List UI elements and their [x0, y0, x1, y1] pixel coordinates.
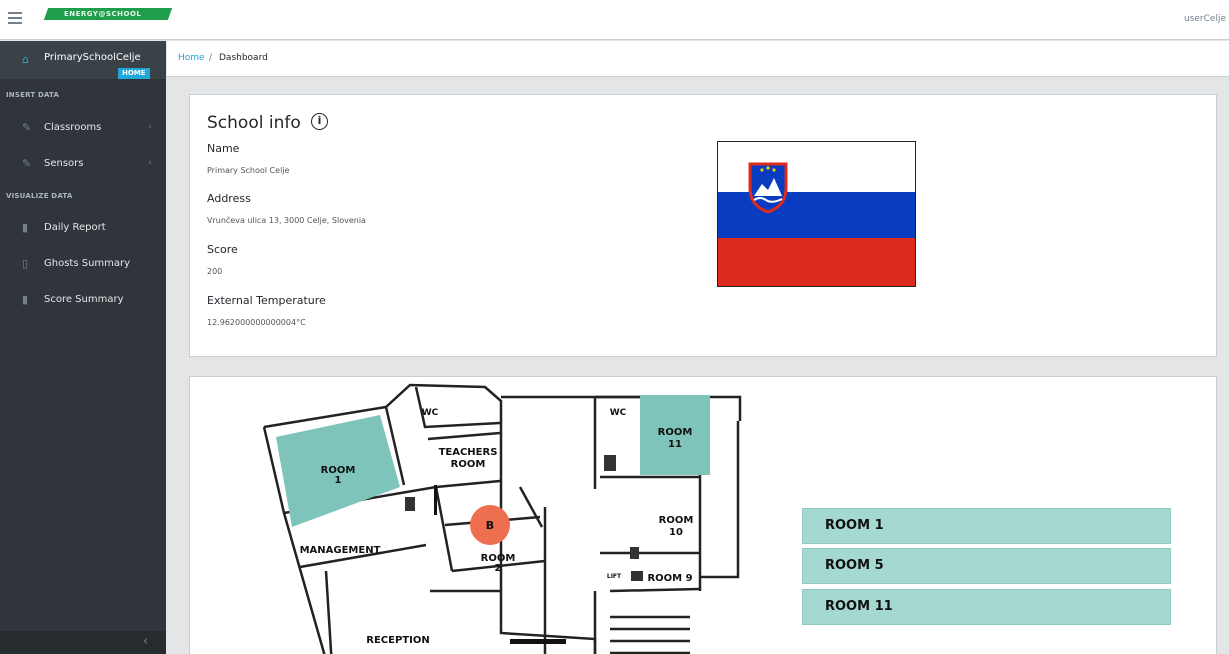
room-2-number: 2	[495, 563, 502, 574]
room-1-number: 1	[335, 475, 342, 486]
room-list-item[interactable]: ROOM 5	[802, 548, 1171, 584]
breadcrumb: Home / Dashboard	[167, 41, 1229, 77]
sidebar-minimizer[interactable]: ‹	[0, 631, 166, 654]
floorplan-card: WC WC TEACHERS ROOM ROOM 1 ROOM 11 ROOM …	[189, 376, 1217, 654]
sidebar-section-visualize: VISUALIZE DATA	[6, 192, 73, 200]
sidebar-item-daily-report[interactable]: ▮ Daily Report	[0, 215, 166, 243]
document-icon: ▯	[22, 257, 29, 270]
room-list-item[interactable]: ROOM 1	[802, 508, 1171, 544]
name-label: Name	[207, 142, 240, 155]
teachers-label: TEACHERS	[439, 447, 498, 458]
sidebar-item-label: Ghosts Summary	[44, 258, 131, 269]
sidebar-item-label: Classrooms	[44, 122, 102, 133]
sidebar-item-label: Score Summary	[44, 294, 124, 305]
pencil-icon: ✎	[22, 121, 32, 134]
room-list-label: ROOM 5	[825, 558, 884, 573]
menu-toggle-icon[interactable]	[8, 12, 22, 24]
marker-label: B	[486, 519, 494, 532]
address-value: Vrunčeva ulica 13, 3000 Celje, Slovenia	[207, 216, 366, 225]
sidebar-school-label: PrimarySchoolCelje	[44, 52, 141, 63]
breadcrumb-current: Dashboard	[219, 53, 268, 63]
lift-label: LIFT	[607, 573, 622, 580]
coat-of-arms-icon	[748, 162, 788, 214]
teachers-room-label: ROOM	[451, 459, 486, 470]
external-temperature-label: External Temperature	[207, 294, 326, 307]
room-list-item[interactable]: ROOM 11	[802, 589, 1171, 625]
room-11-label: ROOM	[658, 427, 693, 438]
sidebar-item-label: Sensors	[44, 158, 84, 169]
room-list-label: ROOM 11	[825, 599, 893, 614]
school-floorplan: WC WC TEACHERS ROOM ROOM 1 ROOM 11 ROOM …	[262, 383, 742, 654]
score-label: Score	[207, 243, 238, 256]
room-list-label: ROOM 1	[825, 518, 884, 533]
chevron-left-icon: ‹	[148, 122, 152, 132]
sidebar-item-ghosts-summary[interactable]: ▯ Ghosts Summary	[0, 251, 166, 279]
top-header: ENERGY@SCHOOL userCelje	[0, 0, 1229, 40]
sidebar-item-score-summary[interactable]: ▮ Score Summary	[0, 287, 166, 315]
school-info-card: School info i Name Primary School Celje …	[189, 94, 1217, 357]
info-icon[interactable]: i	[311, 113, 328, 130]
external-temperature-value: 12.962000000000004°C	[207, 318, 306, 327]
reception-label: RECEPTION	[366, 635, 429, 646]
sidebar-item-classrooms[interactable]: ✎ Classrooms ‹	[0, 115, 166, 143]
sidebar-item-sensors[interactable]: ✎ Sensors ‹	[0, 151, 166, 179]
slovenia-flag-image	[717, 141, 916, 287]
chevron-left-icon: ‹	[143, 634, 149, 649]
pencil-icon: ✎	[22, 157, 32, 170]
score-value: 200	[207, 267, 223, 276]
management-label: MANAGEMENT	[300, 545, 381, 556]
bar-chart-icon: ▮	[22, 293, 29, 306]
wc-label-2: WC	[610, 408, 627, 418]
school-info-title: School info	[207, 113, 301, 133]
sidebar: ⌂ PrimarySchoolCelje HOME INSERT DATA ✎ …	[0, 41, 166, 654]
room-10-label: ROOM	[659, 515, 694, 526]
breadcrumb-home-link[interactable]: Home	[178, 53, 205, 63]
address-label: Address	[207, 192, 251, 205]
brand-text: ENERGY@SCHOOL	[64, 10, 142, 18]
bar-chart-icon: ▮	[22, 221, 29, 234]
room-9-label: ROOM 9	[647, 573, 692, 584]
sidebar-item-label: Daily Report	[44, 222, 106, 233]
home-badge: HOME	[118, 68, 150, 79]
room-11-number: 11	[668, 439, 682, 450]
breadcrumb-separator: /	[209, 53, 213, 63]
home-icon: ⌂	[22, 53, 29, 66]
user-name[interactable]: userCelje	[1184, 14, 1226, 24]
chevron-left-icon: ‹	[148, 158, 152, 168]
name-value: Primary School Celje	[207, 166, 290, 175]
sidebar-section-insert: INSERT DATA	[6, 91, 60, 99]
sidebar-item-home[interactable]: ⌂ PrimarySchoolCelje HOME	[0, 41, 166, 79]
wc-label-1: WC	[422, 408, 439, 418]
room-10-number: 10	[669, 527, 683, 538]
